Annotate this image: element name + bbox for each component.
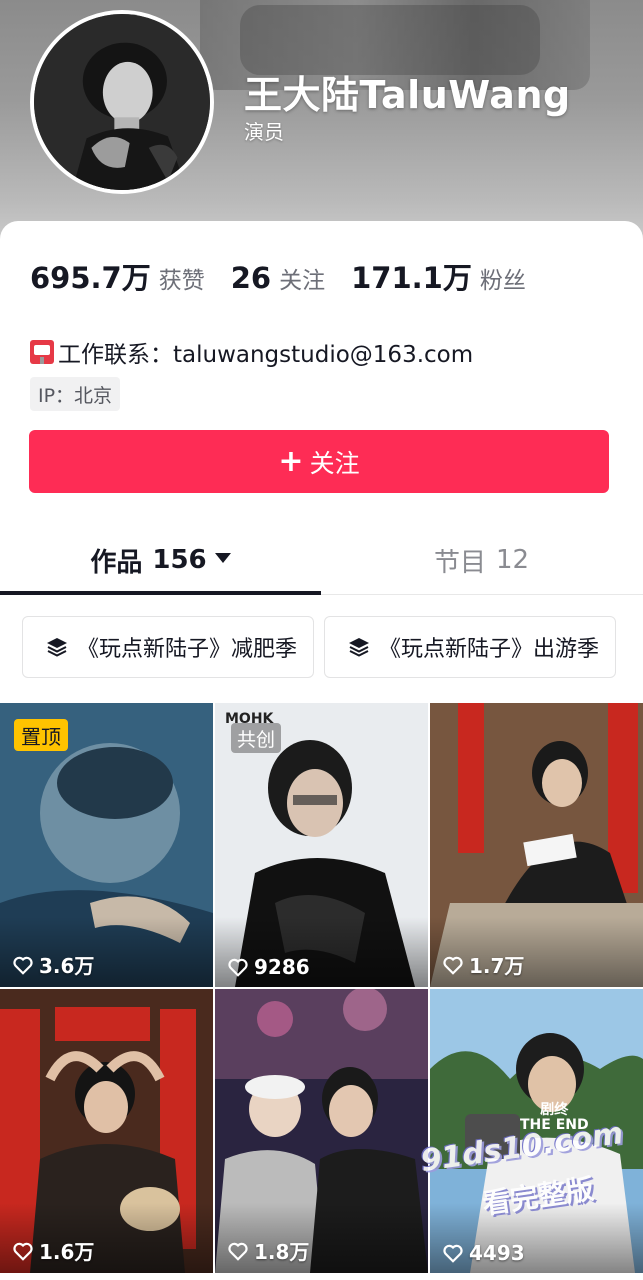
tab-works-count: 156 — [152, 545, 207, 575]
like-count: 3.6万 — [12, 950, 94, 979]
like-count-value: 3.6万 — [39, 954, 95, 978]
stat-label: 关注 — [279, 268, 326, 294]
stats-row: 695.7万 获赞 26 关注 171.1万 粉丝 — [30, 255, 552, 295]
video-tile[interactable]: 1.6万 — [0, 989, 213, 1273]
heart-icon — [443, 1244, 463, 1263]
like-count-value: 4493 — [469, 1241, 525, 1265]
like-count-value: 1.8万 — [254, 1240, 310, 1264]
stat-value: 26 — [230, 261, 272, 295]
video-tile[interactable]: 1.7万 — [430, 703, 643, 987]
video-tile[interactable]: 1.8万 — [215, 989, 428, 1273]
heart-icon — [13, 1242, 33, 1261]
tab-works[interactable]: 作品 156 — [0, 525, 321, 595]
co-create-badge: 共创 — [231, 723, 282, 753]
heart-icon — [228, 1242, 248, 1261]
layers-icon — [349, 638, 370, 657]
profile-subtitle: 演员 — [244, 120, 284, 144]
like-count: 1.6万 — [12, 1236, 94, 1265]
tab-active-indicator — [0, 591, 321, 595]
profile-header: 王大陆TaluWang 演员 — [0, 0, 643, 250]
mailbox-icon — [30, 340, 54, 364]
video-tile[interactable]: 置顶 3.6万 — [0, 703, 213, 987]
contact-line: 工作联系：taluwangstudio@163.com — [30, 335, 473, 369]
tab-shows-label: 节目 — [433, 547, 486, 578]
collection-label: 《玩点新陆子》减肥季 — [77, 637, 298, 662]
caret-down-icon[interactable] — [214, 553, 231, 563]
tab-shows-count: 12 — [495, 545, 530, 575]
heart-icon — [13, 956, 33, 975]
collection-label: 《玩点新陆子》出游季 — [379, 637, 600, 662]
tab-works-label: 作品 — [90, 547, 143, 578]
pinned-badge: 置顶 — [14, 719, 68, 751]
like-count: 4493 — [442, 1241, 525, 1265]
ip-location-tag: IP：北京 — [30, 377, 121, 411]
stat-label: 获赞 — [158, 268, 205, 294]
video-tile[interactable]: MOHK 共创 9286 — [215, 703, 428, 987]
layers-icon — [47, 638, 67, 657]
stat-label: 粉丝 — [479, 268, 526, 294]
follow-button[interactable]: + 关注 — [29, 430, 609, 493]
like-count: 1.7万 — [442, 950, 524, 979]
contact-text: 工作联系：taluwangstudio@163.com — [58, 342, 474, 368]
stat-likes[interactable]: 695.7万 获赞 — [30, 255, 205, 297]
end-label-cn: 剧终 — [540, 1102, 569, 1118]
like-count-value: 9286 — [254, 955, 310, 979]
follow-button-label: 关注 — [309, 448, 360, 478]
content-tabs: 作品 156 节目 12 — [0, 525, 643, 595]
stat-value: 171.1万 — [351, 261, 472, 295]
avatar[interactable] — [30, 10, 214, 194]
avatar-image — [34, 14, 210, 190]
profile-name: 王大陆TaluWang — [244, 73, 571, 117]
like-count-value: 1.7万 — [469, 954, 525, 978]
heart-icon — [443, 956, 463, 975]
collection-chip[interactable]: 《玩点新陆子》减肥季 — [22, 616, 315, 678]
heart-icon — [228, 958, 248, 977]
collections-row: 《玩点新陆子》减肥季 《玩点新陆子》出游季 — [22, 616, 626, 678]
like-count-value: 1.6万 — [39, 1240, 95, 1264]
collection-chip[interactable]: 《玩点新陆子》出游季 — [324, 616, 617, 678]
stat-followers[interactable]: 171.1万 粉丝 — [351, 255, 526, 297]
stat-value: 695.7万 — [30, 261, 151, 295]
like-count: 9286 — [227, 955, 310, 979]
stat-following[interactable]: 26 关注 — [231, 261, 325, 295]
like-count: 1.8万 — [227, 1236, 309, 1265]
plus-icon: + — [278, 443, 304, 479]
tab-shows[interactable]: 节目 12 — [321, 525, 642, 595]
